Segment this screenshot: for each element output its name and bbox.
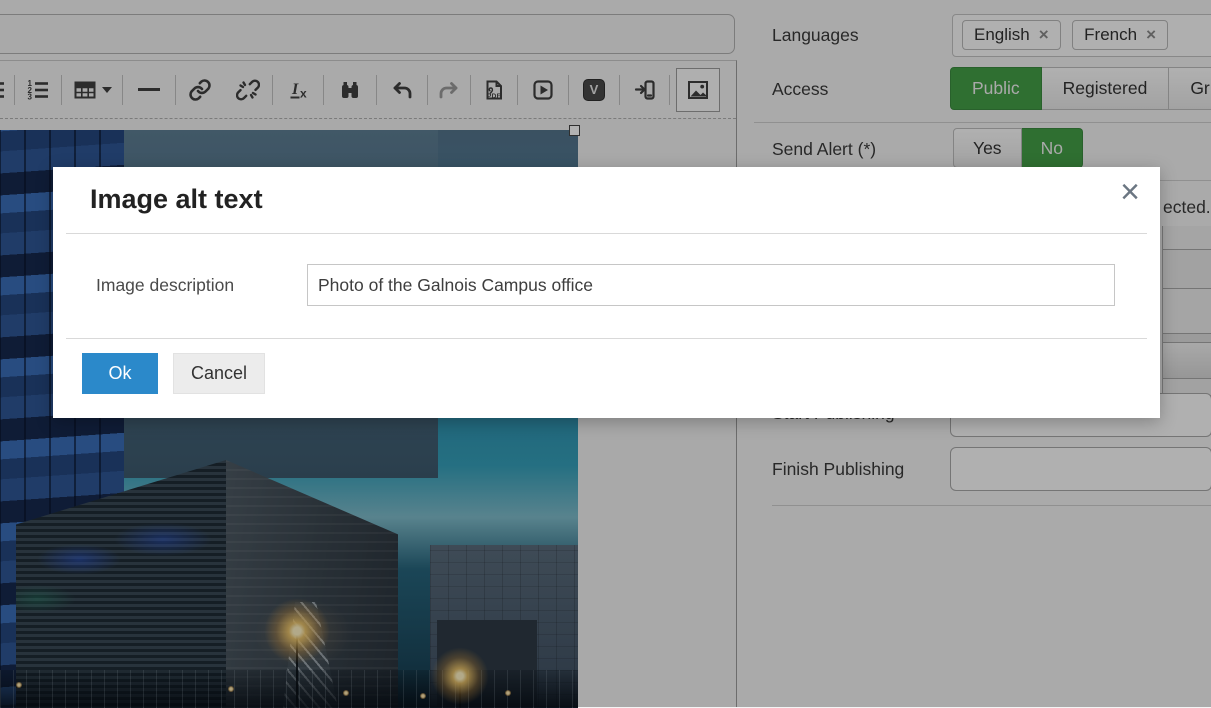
image-description-label: Image description [96, 264, 234, 306]
close-icon[interactable]: × [1120, 175, 1140, 209]
ok-button[interactable]: Ok [82, 353, 158, 394]
dialog-footer-divider [66, 338, 1147, 339]
image-description-input[interactable] [307, 264, 1115, 306]
dialog-title: Image alt text [90, 184, 263, 215]
cancel-button[interactable]: Cancel [173, 353, 265, 394]
dialog-header-divider [66, 233, 1147, 234]
image-alt-text-dialog: Image alt text × Image description Ok Ca… [53, 167, 1160, 418]
